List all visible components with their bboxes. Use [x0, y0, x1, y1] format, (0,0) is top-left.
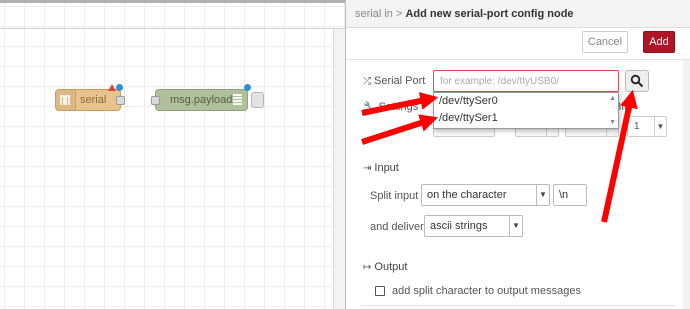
serial-node-label: serial: [80, 94, 107, 106]
scroll-down-icon[interactable]: ▼: [609, 119, 616, 126]
debug-node-label: msg.payload: [170, 94, 233, 106]
panel-breadcrumb: serial in > Add new serial-port config n…: [346, 0, 690, 28]
output-section-title: ↦ Output: [363, 261, 408, 273]
changed-indicator-dot: [244, 84, 251, 91]
breadcrumb-separator: >: [395, 8, 403, 20]
add-split-char-checkbox[interactable]: [375, 286, 385, 296]
chevron-down-icon: ▼: [509, 216, 522, 236]
split-input-select[interactable]: on the character ▼: [421, 184, 550, 206]
search-icon: [630, 74, 644, 88]
wrench-icon: 🔧: [363, 102, 376, 113]
panel-scrollbar[interactable]: [683, 60, 690, 309]
split-input-label: Split input: [370, 190, 419, 202]
serial-port-icon: [56, 90, 76, 110]
serial-port-dropdown[interactable]: /dev/ttySer0 /dev/ttySer1 ▲ ▼: [433, 92, 619, 129]
sign-out-icon: ↦: [363, 262, 372, 273]
port-option[interactable]: /dev/ttySer1: [434, 110, 618, 127]
flow-workspace[interactable]: serial msg.payload: [0, 0, 345, 309]
serial-port-label: ⤮ Serial Port: [363, 75, 426, 87]
search-ports-button[interactable]: [625, 70, 649, 92]
cancel-button[interactable]: Cancel: [582, 31, 628, 53]
add-split-char-label: add split character to output messages: [392, 285, 581, 297]
warning-triangle-icon: [108, 84, 116, 91]
workspace-tab-bar: [0, 0, 345, 3]
input-section-title: ⇥ Input: [363, 162, 399, 174]
edit-config-panel: serial in > Add new serial-port config n…: [345, 0, 690, 309]
serial-in-node[interactable]: serial: [55, 84, 125, 111]
shuffle-icon: ⤮: [363, 76, 371, 87]
deliver-select[interactable]: ascii strings ▼: [424, 215, 523, 237]
panel-divider: [346, 59, 690, 60]
chevron-down-icon: ▼: [536, 185, 549, 205]
scroll-up-icon[interactable]: ▲: [609, 95, 616, 102]
split-character-input[interactable]: [553, 184, 587, 206]
serial-port-input[interactable]: [433, 70, 619, 92]
workspace-scrollbar[interactable]: [333, 29, 345, 309]
port-option[interactable]: /dev/ttySer0: [434, 93, 618, 110]
debug-toggle-button[interactable]: [251, 92, 264, 108]
debug-node[interactable]: msg.payload: [151, 84, 251, 111]
panel-title: Add new serial-port config node: [405, 8, 574, 20]
list-icon: [233, 94, 242, 106]
add-button[interactable]: Add: [643, 31, 675, 53]
changed-indicator-dot: [116, 84, 123, 91]
chevron-down-icon: ▼: [654, 117, 666, 136]
stop-bits-select[interactable]: 1 ▼: [627, 116, 667, 137]
deliver-label: and deliver: [370, 221, 424, 233]
workspace-divider: [0, 28, 345, 29]
breadcrumb-parent[interactable]: serial in: [355, 8, 393, 20]
settings-label: 🔧 Settings: [363, 101, 419, 113]
sign-in-icon: ⇥: [363, 163, 372, 174]
serial-node-output-port[interactable]: [116, 96, 125, 105]
debug-node-input-port[interactable]: [151, 96, 160, 105]
section-divider: [361, 305, 676, 306]
